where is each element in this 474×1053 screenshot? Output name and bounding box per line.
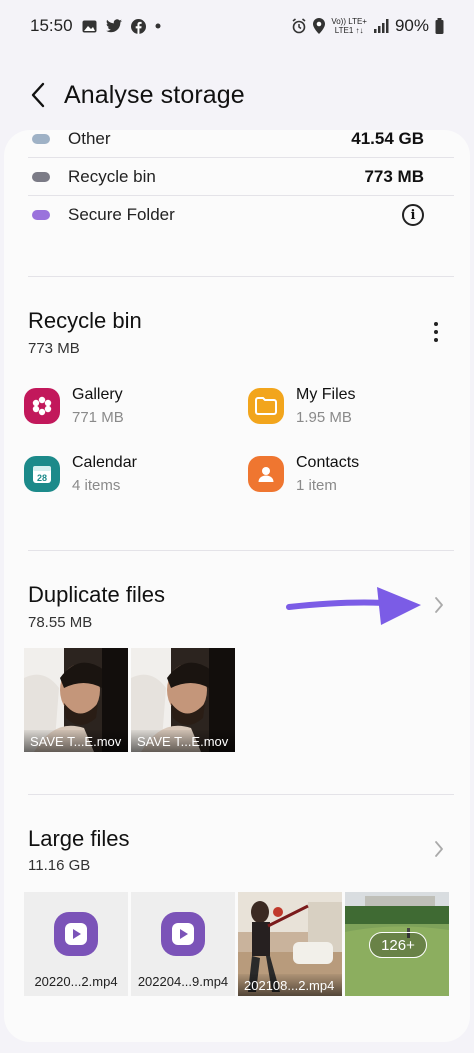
calendar-icon: 28: [24, 456, 60, 492]
legend-dot: [32, 172, 50, 182]
large-files-open-button[interactable]: [424, 834, 454, 864]
svg-text:28: 28: [37, 473, 47, 483]
app-size: 771 MB: [72, 409, 124, 426]
battery-percent: 90%: [394, 16, 429, 35]
video-file-icon: [54, 912, 98, 956]
app-size: 1 item: [296, 477, 337, 494]
alarm-icon: [291, 18, 307, 34]
legend-dot: [32, 134, 50, 144]
info-icon[interactable]: i: [402, 204, 424, 226]
more-notifications-dot-icon: [155, 23, 161, 29]
gallery-icon: [24, 388, 60, 424]
recycle-app-contacts[interactable]: Contacts 1 item: [248, 454, 359, 494]
back-arrow-icon: [31, 82, 45, 108]
network-type-icon: Vo)) LTE+ LTE1 ↑↓: [331, 17, 367, 35]
large-file-thumb[interactable]: 202108...2.mp4: [238, 892, 342, 996]
more-count-badge: 126+: [369, 932, 427, 958]
chevron-right-icon: [435, 597, 443, 613]
facebook-icon: [130, 18, 146, 34]
recycle-bin-title: Recycle bin: [28, 308, 142, 333]
more-dot: [434, 338, 438, 342]
back-button[interactable]: [22, 79, 54, 111]
thumb-caption: SAVE T...E.mov: [24, 730, 128, 752]
contacts-icon: [248, 456, 284, 492]
more-options-button[interactable]: [421, 317, 451, 347]
recycle-app-my-files[interactable]: My Files 1.95 MB: [248, 386, 356, 426]
signal-icon: [373, 18, 389, 34]
recycle-app-calendar[interactable]: 28 Calendar 4 items: [24, 454, 137, 494]
more-dot: [434, 330, 438, 334]
app-header: Analyse storage: [0, 60, 474, 130]
duplicate-files-title: Duplicate files: [28, 582, 165, 607]
section-divider: [28, 276, 454, 277]
video-file-icon: [161, 912, 205, 956]
app-name: Calendar: [72, 454, 137, 471]
status-bar: 15:50 Vo)) LTE+ LTE1 ↑↓ 90%: [0, 0, 474, 52]
twitter-icon: [105, 19, 122, 33]
app-name: Contacts: [296, 454, 360, 471]
legend-dot: [32, 210, 50, 220]
folder-icon: [248, 388, 284, 424]
recycle-bin-size: 773 MB: [28, 340, 80, 357]
battery-icon: [435, 18, 444, 34]
legend-row-other[interactable]: Other 41.54 GB: [28, 130, 424, 158]
duplicate-thumb[interactable]: SAVE T...E.mov: [131, 648, 235, 752]
page-title: Analyse storage: [64, 80, 245, 109]
section-divider: [28, 794, 454, 795]
thumb-caption: 20220...2.mp4: [34, 973, 118, 989]
section-divider: [28, 550, 454, 551]
gallery-notification-icon: [82, 20, 97, 33]
status-time: 15:50: [30, 16, 73, 35]
large-files-title: Large files: [28, 826, 130, 851]
legend-label: Secure Folder: [68, 205, 175, 224]
large-file-thumb[interactable]: 126+: [345, 892, 449, 996]
duplicate-files-open-button[interactable]: [424, 590, 454, 620]
large-file-thumb[interactable]: 202204...9.mp4: [131, 892, 235, 996]
location-icon: [313, 18, 326, 34]
duplicate-thumb[interactable]: SAVE T...E.mov: [24, 648, 128, 752]
more-dot: [434, 322, 438, 326]
thumb-caption: SAVE T...E.mov: [131, 730, 235, 752]
legend-label: Recycle bin: [68, 167, 156, 186]
chevron-right-icon: [435, 841, 443, 857]
app-name: My Files: [296, 386, 356, 403]
legend-row-secure-folder[interactable]: Secure Folder i: [28, 196, 424, 234]
thumb-caption: 202108...2.mp4: [238, 974, 342, 996]
app-size: 1.95 MB: [296, 409, 352, 426]
duplicate-files-size: 78.55 MB: [28, 614, 93, 631]
app-name: Gallery: [72, 386, 123, 403]
legend-value: 773 MB: [364, 167, 424, 186]
legend-value: 41.54 GB: [351, 130, 424, 148]
legend-row-recycle-bin[interactable]: Recycle bin 773 MB: [28, 158, 424, 196]
legend-label: Other: [68, 130, 111, 148]
thumb-caption: 202204...9.mp4: [137, 973, 229, 989]
large-file-thumb[interactable]: 20220...2.mp4: [24, 892, 128, 996]
annotation-arrow-icon: [286, 587, 421, 625]
app-size: 4 items: [72, 477, 121, 494]
large-files-size: 11.16 GB: [28, 857, 91, 874]
recycle-app-gallery[interactable]: Gallery 771 MB: [24, 386, 124, 426]
